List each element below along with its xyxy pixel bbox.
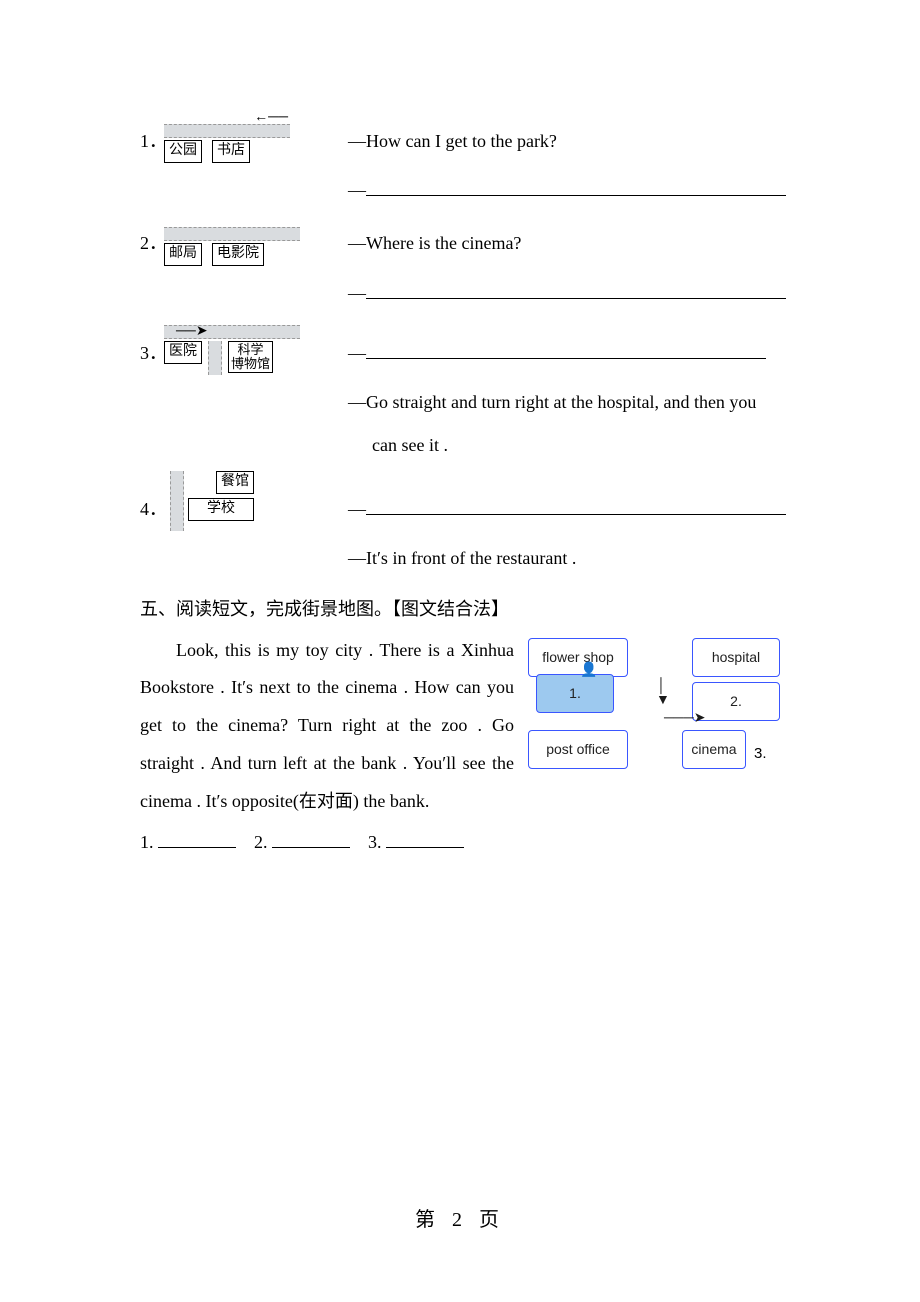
q4-box-restaurant: 餐馆 [216,471,254,494]
section5-body: Look, this is my toy city . There is a X… [140,632,780,821]
arrow-down-icon: │▼ [656,680,670,708]
q3-blank: — [314,332,780,375]
q1-box-bookstore: 书店 [212,140,250,163]
q2-answer-blank: — [140,272,780,315]
q4-blank: — [340,488,786,531]
q3-box-museum: 科学 博物馆 [228,341,273,374]
q2-number: 2． [140,222,164,265]
q4-box-school: 学校 [188,498,254,521]
blank-line[interactable] [366,342,766,358]
map-blank-1[interactable]: 1. [536,674,614,714]
map-cinema: cinema [682,730,746,770]
blank-line[interactable] [366,180,786,196]
blank-line[interactable] [366,499,786,515]
q1-row: 1． ←── 公园 书店 —How can I get to the park? [140,120,780,163]
section5-blanks: 1. 2. 3. [140,824,780,862]
person-icon: 👤 [580,664,597,678]
arrow-right-icon: ───➤ [664,712,706,726]
toy-city-map: flower shop hospital 1. 👤 2. │▼ ───➤ pos… [528,638,780,768]
map-post-office: post office [528,730,628,770]
q2-row: 2． 邮局 电影院 —Where is the cinema? [140,222,780,265]
section5-title: 五、阅读短文，完成街景地图。【图文结合法】 [140,588,780,631]
q2-diagram: 邮局 电影院 [164,227,340,266]
q3-answer-line2: can see it . [140,424,780,467]
q3-answer-line1: —Go straight and turn right at the hospi… [140,381,780,424]
q4-diagram: 餐馆 学校 [164,471,340,531]
blank-2[interactable] [272,832,350,848]
q2-box-cinema: 电影院 [212,243,264,266]
page-footer: 第 2 页 [0,1203,920,1232]
q4-row: 4． 餐馆 学校 — [140,471,780,531]
q3-box-hospital: 医院 [164,341,202,364]
q1-question: —How can I get to the park? [340,120,780,163]
arrow-left-icon: ←── [254,111,288,125]
q1-answer-blank: — [140,169,780,212]
blank-1[interactable] [158,832,236,848]
q1-number: 1． [140,120,164,163]
q4-answer: —It′s in front of the restaurant . [140,537,780,580]
q3-number: 3． [140,332,164,375]
blank-3[interactable] [386,832,464,848]
q4-number: 4． [140,488,164,531]
section5-paragraph: Look, this is my toy city . There is a X… [140,632,514,821]
q1-box-park: 公园 [164,140,202,163]
map-flower-shop: flower shop [528,638,628,678]
map-hospital: hospital [692,638,780,678]
q2-question: —Where is the cinema? [340,222,780,265]
arrow-right-icon: ──➤ [176,325,208,339]
q2-box-postoffice: 邮局 [164,243,202,266]
blank-line[interactable] [366,282,786,298]
page-body: 1． ←── 公园 书店 —How can I get to the park?… [0,0,920,862]
q3-diagram: ──➤ 医院 科学 博物馆 [164,325,314,375]
q1-diagram: ←── 公园 书店 [164,124,340,163]
q3-row: 3． ──➤ 医院 科学 博物馆 — [140,325,780,375]
map-blank-3[interactable]: 3. [754,736,767,772]
